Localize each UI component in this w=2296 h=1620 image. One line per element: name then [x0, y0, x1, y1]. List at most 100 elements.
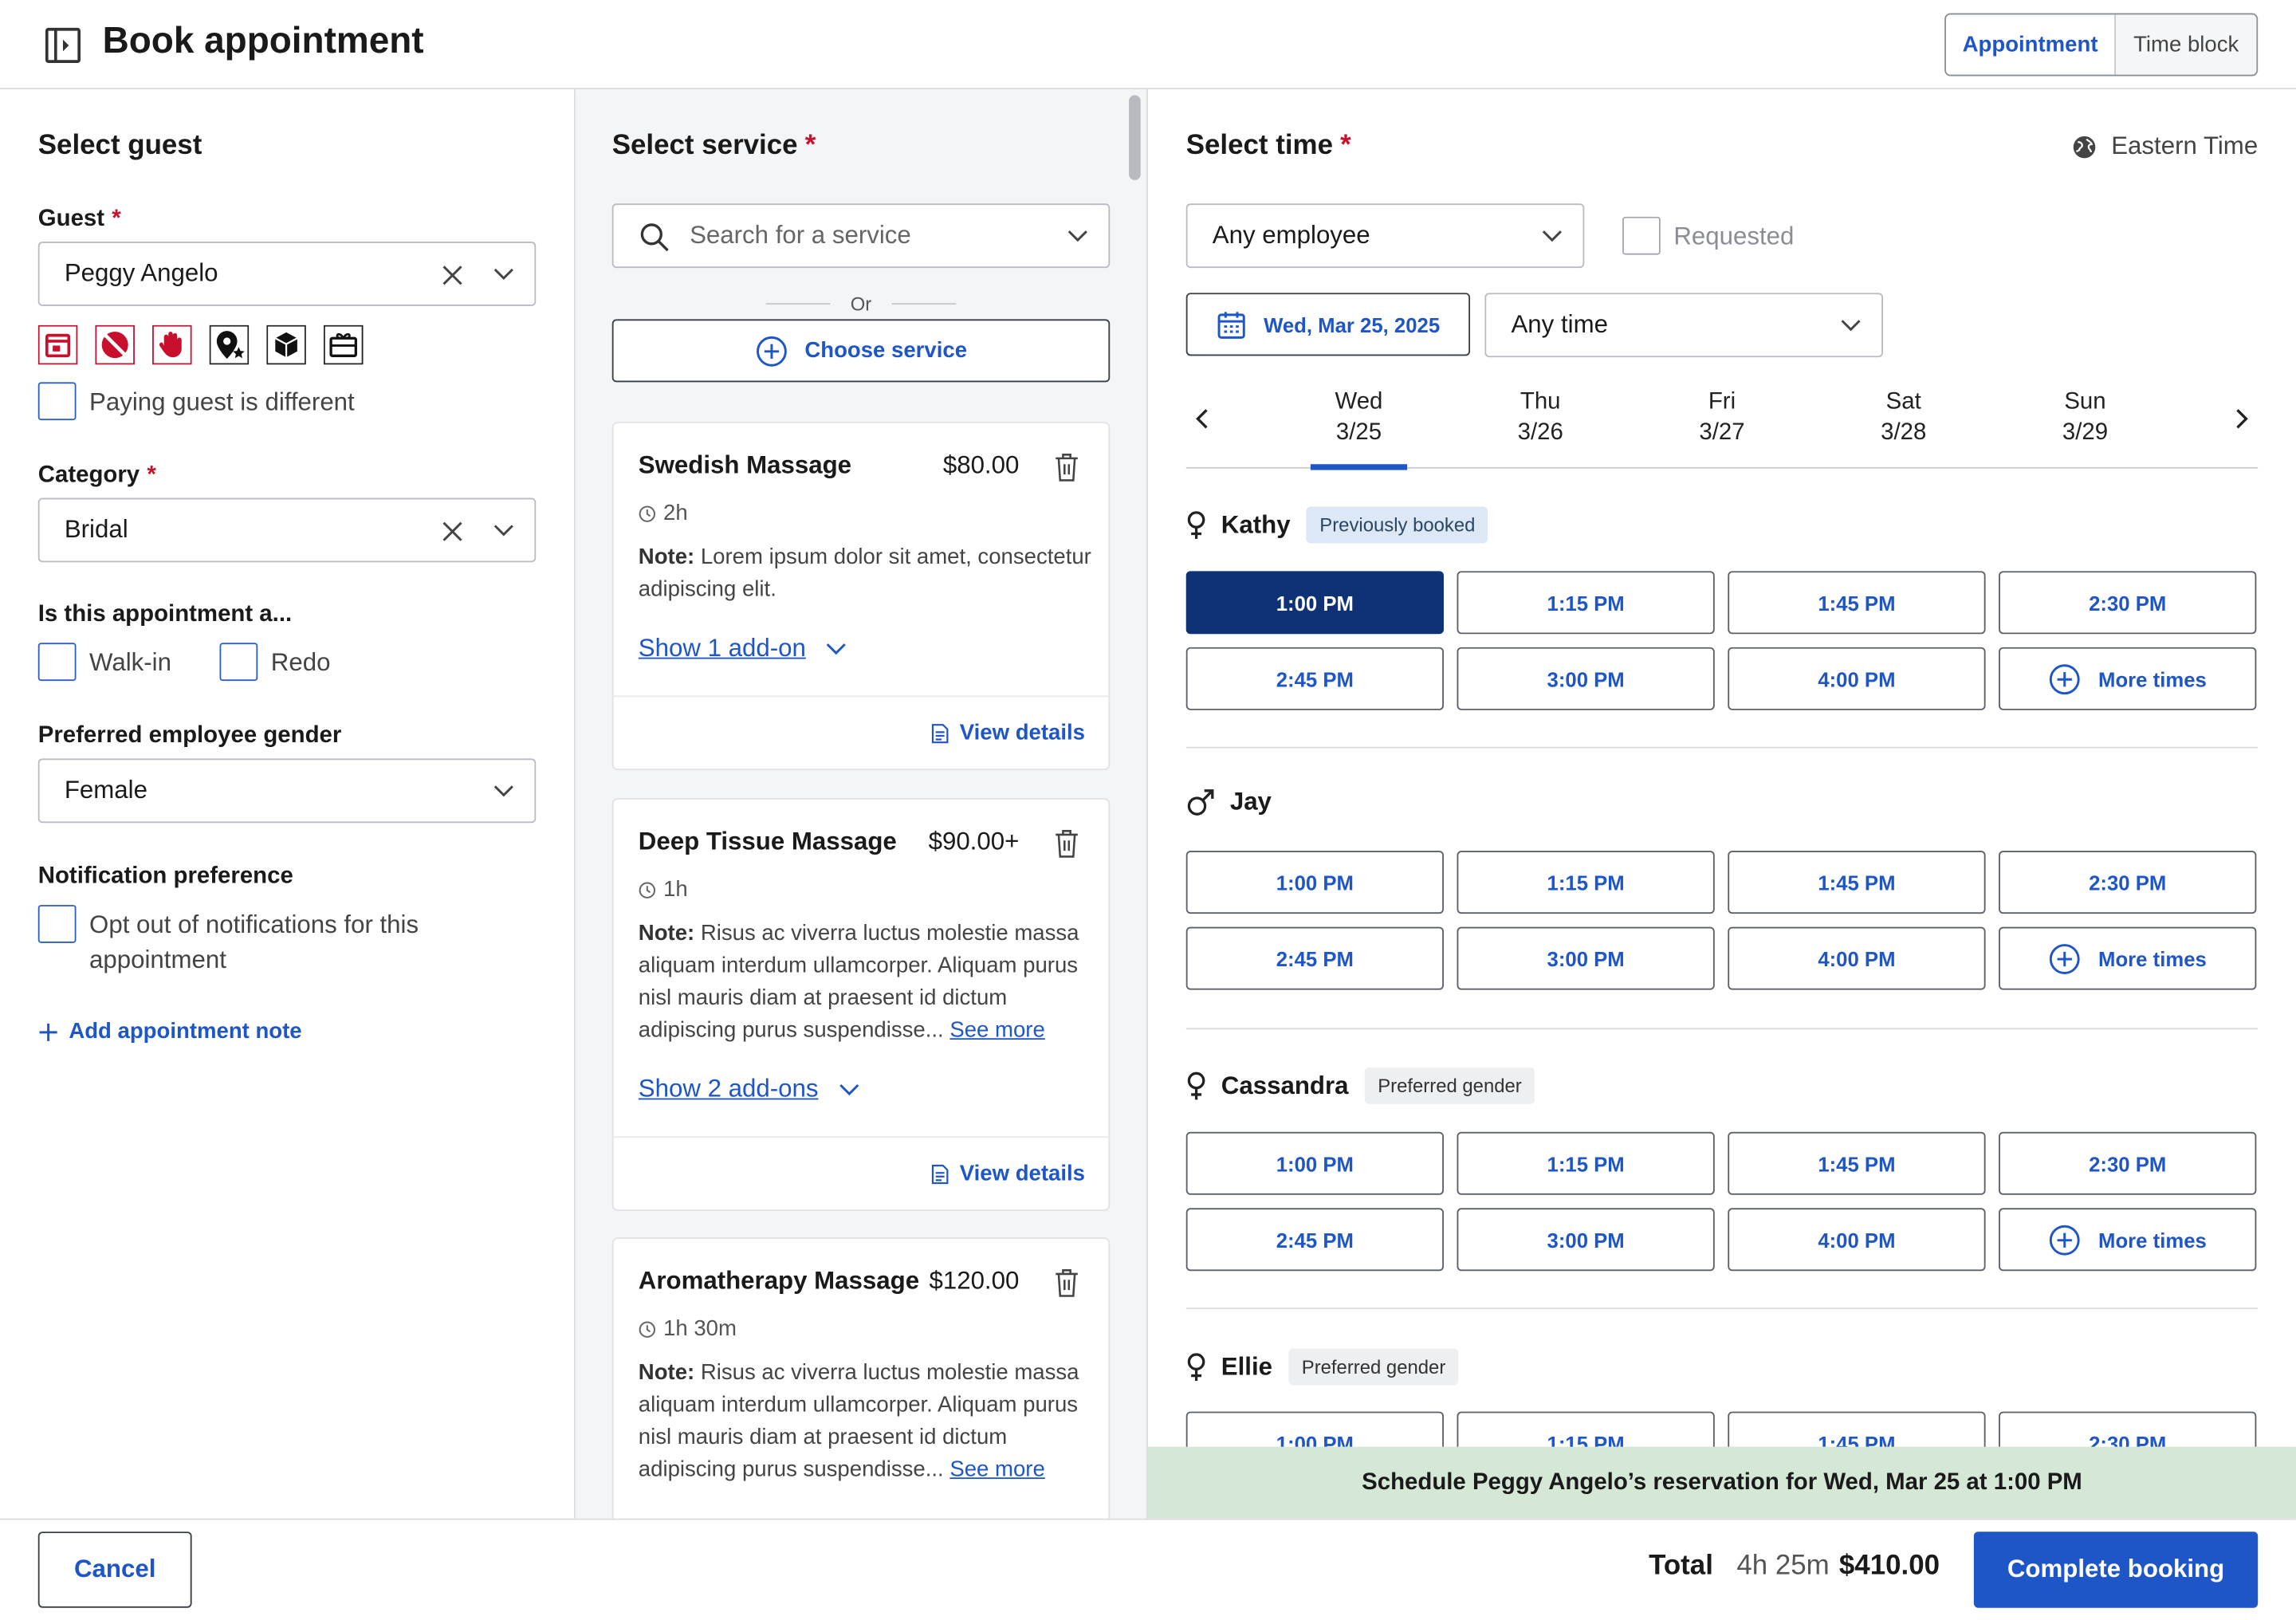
- more-times-button[interactable]: More times: [1999, 1208, 2257, 1272]
- tab-appointment[interactable]: Appointment: [1946, 14, 2117, 75]
- female-icon: [1186, 1071, 1207, 1101]
- total-label: Total: [1649, 1551, 1713, 1582]
- trash-icon[interactable]: [1054, 829, 1079, 859]
- show-addons-link[interactable]: Show 1 add-on: [639, 634, 847, 663]
- time-slot[interactable]: 2:45 PM: [1185, 647, 1444, 710]
- document-icon: [932, 722, 949, 743]
- chevron-down-icon[interactable]: [1841, 318, 1862, 332]
- redo-checkbox[interactable]: [219, 643, 258, 682]
- employee-select[interactable]: Any employee: [1185, 203, 1585, 269]
- time-slot[interactable]: 2:30 PM: [1999, 1131, 2257, 1195]
- see-more-link[interactable]: See more: [949, 1018, 1044, 1043]
- gift-card-icon[interactable]: [323, 324, 364, 365]
- status-badge: Previously booked: [1306, 506, 1488, 544]
- timezone[interactable]: Eastern Time: [2072, 132, 2258, 161]
- see-more-link[interactable]: See more: [949, 1457, 1044, 1482]
- footer: Cancel Total 4h 25m $410.00 Complete boo…: [0, 1518, 2296, 1620]
- tab-day[interactable]: Sun 3/29: [2037, 387, 2133, 448]
- mode-toggle: Appointment Time block: [1944, 13, 2259, 77]
- choose-service-button[interactable]: Choose service: [611, 319, 1111, 383]
- time-slot[interactable]: 3:00 PM: [1457, 926, 1715, 990]
- time-slot[interactable]: 3:00 PM: [1457, 647, 1715, 710]
- chevron-down-icon[interactable]: [493, 266, 514, 281]
- time-slot[interactable]: 1:15 PM: [1457, 1131, 1715, 1195]
- chevron-down-icon[interactable]: [493, 784, 514, 798]
- notification-label: Notification preference: [37, 863, 293, 889]
- cancel-button[interactable]: Cancel: [37, 1532, 192, 1608]
- chevron-down-icon: [839, 1082, 859, 1096]
- calendar-flag-icon[interactable]: [37, 324, 78, 365]
- clear-icon[interactable]: [441, 264, 464, 287]
- or-divider: Or: [765, 293, 957, 315]
- total-duration: 4h 25m: [1736, 1551, 1830, 1582]
- time-slot[interactable]: 4:00 PM: [1728, 647, 1986, 710]
- time-slot[interactable]: 2:30 PM: [1999, 851, 2257, 914]
- book-appointment-app: Book appointment Appointment Time block …: [0, 0, 2296, 1620]
- stop-hand-icon[interactable]: [152, 324, 192, 365]
- time-slot[interactable]: 4:00 PM: [1728, 926, 1986, 990]
- globe-icon: [2072, 134, 2097, 159]
- opt-out-checkbox[interactable]: [37, 905, 77, 943]
- male-icon: [1186, 788, 1216, 817]
- trash-icon[interactable]: [1054, 453, 1079, 482]
- view-details-link[interactable]: View details: [932, 721, 1085, 745]
- chevron-down-icon[interactable]: [1542, 229, 1563, 243]
- time-slot[interactable]: 1:45 PM: [1728, 571, 1986, 635]
- service-panel: Select service * Search for a service Or …: [575, 89, 1148, 1519]
- time-slot[interactable]: 1:15 PM: [1457, 851, 1715, 914]
- service-card: Aromatherapy Massage $120.00 1h 30m Note…: [611, 1237, 1111, 1519]
- opt-out-label: Opt out of notifications for this appoint…: [89, 910, 419, 974]
- chevron-right-icon[interactable]: [2235, 407, 2249, 431]
- time-slot[interactable]: 3:00 PM: [1457, 1208, 1715, 1272]
- time-range-select[interactable]: Any time: [1484, 293, 1883, 358]
- gender-select[interactable]: Female: [37, 758, 537, 824]
- tab-day[interactable]: Thu 3/26: [1492, 387, 1589, 448]
- view-details-link[interactable]: View details: [932, 1162, 1085, 1186]
- service-duration: 2h: [639, 501, 688, 525]
- time-slot[interactable]: 1:15 PM: [1457, 571, 1715, 635]
- paying-guest-checkbox[interactable]: [37, 382, 77, 421]
- tab-time-block[interactable]: Time block: [2116, 14, 2257, 75]
- scrollbar[interactable]: [1129, 95, 1141, 180]
- time-slot[interactable]: 2:45 PM: [1185, 926, 1444, 990]
- time-slot[interactable]: 1:45 PM: [1728, 1131, 1986, 1195]
- more-times-button[interactable]: More times: [1999, 926, 2257, 990]
- guest-value: Peggy Angelo: [64, 259, 218, 287]
- date-picker-button[interactable]: Wed, Mar 25, 2025: [1185, 293, 1471, 356]
- time-slot[interactable]: 1:00 PM: [1185, 1131, 1444, 1195]
- no-entry-icon[interactable]: [95, 324, 135, 365]
- chevron-left-icon[interactable]: [1195, 407, 1209, 431]
- sidebar-toggle-icon[interactable]: [44, 26, 82, 65]
- requested-checkbox[interactable]: [1622, 216, 1661, 255]
- chevron-down-icon[interactable]: [1067, 229, 1088, 243]
- service-card: Deep Tissue Massage $90.00+ 1h Note: Ris…: [611, 798, 1111, 1211]
- category-value: Bridal: [64, 515, 128, 544]
- complete-booking-button[interactable]: Complete booking: [1973, 1532, 2259, 1608]
- time-slot[interactable]: 1:00 PM: [1185, 851, 1444, 914]
- time-slot[interactable]: 1:45 PM: [1728, 851, 1986, 914]
- more-times-button[interactable]: More times: [1999, 647, 2257, 710]
- clear-icon[interactable]: [441, 520, 464, 543]
- box-icon[interactable]: [266, 324, 306, 365]
- trash-icon[interactable]: [1054, 1268, 1079, 1298]
- walk-in-checkbox[interactable]: [37, 643, 77, 682]
- service-title: Aromatherapy Massage: [638, 1266, 920, 1295]
- category-label: Category *: [37, 462, 156, 488]
- show-addons-link[interactable]: Show 2 add-ons: [639, 1075, 859, 1104]
- time-slot[interactable]: 2:45 PM: [1185, 1208, 1444, 1272]
- tab-day[interactable]: Wed 3/25: [1311, 387, 1407, 448]
- walk-in-label: Walk-in: [89, 648, 171, 677]
- add-note-button[interactable]: Add appointment note: [38, 1019, 302, 1044]
- time-slot[interactable]: 2:30 PM: [1999, 571, 2257, 635]
- category-select[interactable]: Bridal: [37, 497, 537, 563]
- tab-day[interactable]: Fri 3/27: [1673, 387, 1770, 448]
- star-pin-icon[interactable]: [209, 324, 250, 365]
- chevron-down-icon[interactable]: [493, 523, 514, 537]
- service-search-input[interactable]: Search for a service: [611, 203, 1111, 269]
- service-price: $80.00: [942, 450, 1020, 479]
- time-slot[interactable]: 1:00 PM: [1185, 571, 1444, 635]
- tab-day[interactable]: Sat 3/28: [1855, 387, 1952, 448]
- selected-tab-indicator: [1310, 464, 1408, 470]
- guest-select[interactable]: Peggy Angelo: [37, 242, 537, 306]
- time-slot[interactable]: 4:00 PM: [1728, 1208, 1986, 1272]
